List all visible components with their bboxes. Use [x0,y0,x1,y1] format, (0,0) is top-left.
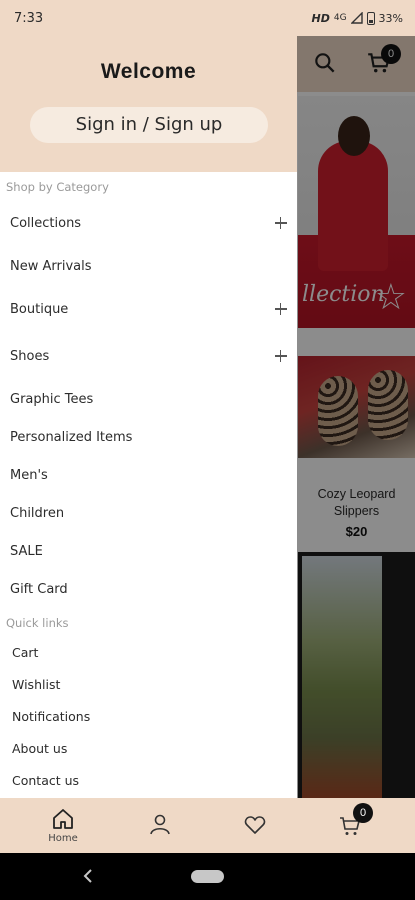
nav-home-label: Home [48,833,78,844]
quick-link-wishlist[interactable]: Wishlist [0,669,297,699]
signal-icon [350,12,363,24]
menu-item-label: Children [10,505,65,521]
menu-item-label: Graphic Tees [10,391,94,407]
menu-item-label: Boutique [10,301,69,317]
category-section-title: Shop by Category [6,180,109,194]
home-pill[interactable] [191,870,224,883]
drawer-header: Welcome Sign in / Sign up [0,36,297,172]
back-icon[interactable] [78,866,98,886]
menu-item-mens[interactable]: Men's [0,456,297,494]
quick-link-cart[interactable]: Cart [0,637,297,667]
menu-item-sale[interactable]: SALE [0,532,297,570]
bottom-navigation: Home 0 [0,798,415,853]
expand-plus-icon[interactable] [275,350,287,362]
menu-item-label: Shoes [10,348,50,364]
menu-item-label: Men's [10,467,48,483]
menu-item-shoes[interactable]: Shoes [0,337,297,375]
navigation-drawer: Welcome Sign in / Sign up Shop by Catego… [0,36,297,798]
welcome-title: Welcome [100,60,197,83]
menu-item-gift-card[interactable]: Gift Card [0,570,297,608]
menu-item-label: Gift Card [10,581,68,597]
menu-item-label: Personalized Items [10,429,133,445]
nav-home[interactable]: Home [28,798,98,853]
home-icon [53,809,73,829]
profile-icon [150,814,170,835]
heart-icon [244,816,266,834]
nav-cart[interactable]: 0 [315,798,385,853]
menu-item-children[interactable]: Children [0,494,297,532]
nav-wishlist[interactable] [220,798,290,853]
status-bar: 7:33 HD 4G 33% [0,0,415,36]
status-time: 7:33 [14,10,44,26]
menu-item-boutique[interactable]: Boutique [0,290,297,328]
signal-label: 4G [333,13,347,23]
signin-button[interactable]: Sign in / Sign up [30,107,268,143]
expand-plus-icon[interactable] [275,303,287,315]
expand-plus-icon[interactable] [275,217,287,229]
battery-icon [366,11,375,25]
menu-item-collections[interactable]: Collections [0,204,297,242]
quick-link-about-us[interactable]: About us [0,733,297,763]
nav-cart-badge: 0 [353,803,373,823]
quick-links-title: Quick links [6,616,69,630]
menu-item-new-arrivals[interactable]: New Arrivals [0,247,297,285]
status-icons: HD 4G 33% [311,11,403,25]
menu-item-label: New Arrivals [10,258,92,274]
menu-item-graphic-tees[interactable]: Graphic Tees [0,380,297,418]
system-navigation-bar [0,853,415,900]
menu-item-label: SALE [10,543,43,559]
quick-link-notifications[interactable]: Notifications [0,701,297,731]
menu-item-personalized-items[interactable]: Personalized Items [0,418,297,456]
nav-profile[interactable] [125,798,195,853]
network-label: HD [311,11,330,25]
battery-percent: 33% [378,11,403,25]
quick-link-contact-us[interactable]: Contact us [0,765,297,795]
menu-item-label: Collections [10,215,82,231]
